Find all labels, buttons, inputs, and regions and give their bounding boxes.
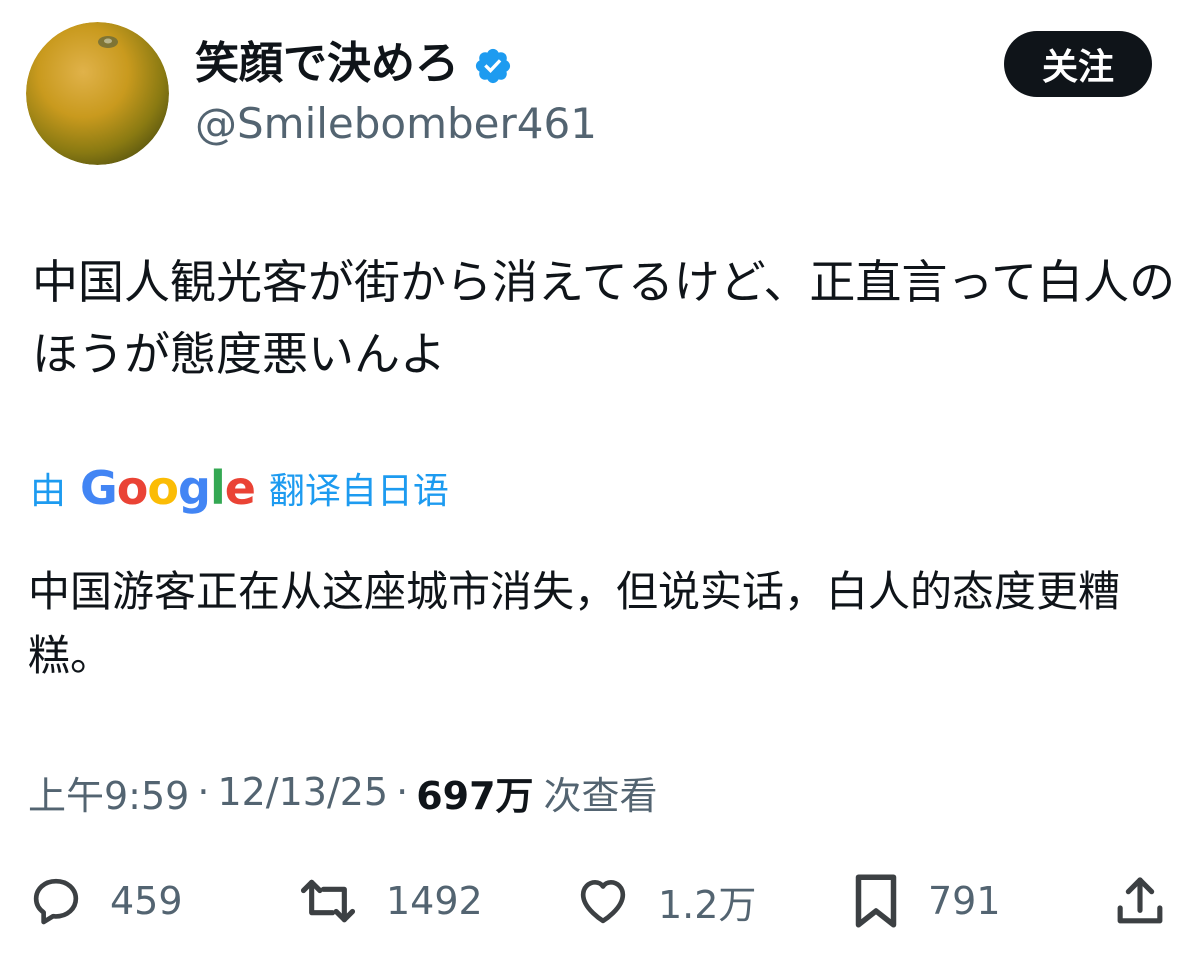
translation-suffix: 翻译自日语 <box>268 471 449 512</box>
like-count: 1.2万 <box>658 882 757 927</box>
verified-badge-icon[interactable] <box>473 44 513 84</box>
bookmark-icon <box>850 871 902 931</box>
bookmark-count: 791 <box>928 879 1001 923</box>
share-button[interactable] <box>1112 866 1168 936</box>
retweet-count: 1492 <box>386 879 483 923</box>
meta-separator: · <box>197 770 210 814</box>
retweet-icon <box>296 873 360 929</box>
reply-count: 459 <box>110 879 183 923</box>
google-logo: Google <box>80 461 256 515</box>
follow-button[interactable]: 关注 <box>1004 31 1152 97</box>
retweet-button[interactable]: 1492 <box>296 866 483 936</box>
author-display-name[interactable]: 笑顔で決めろ <box>195 36 459 92</box>
translation-prefix: 由 <box>30 471 67 512</box>
author-handle[interactable]: @Smilebomber461 <box>195 96 597 152</box>
avatar[interactable] <box>26 22 169 165</box>
reply-button[interactable]: 459 <box>28 866 183 936</box>
heart-icon <box>574 873 632 929</box>
share-icon <box>1112 873 1168 929</box>
views-count[interactable]: 697万 <box>416 765 533 820</box>
author-display-name-row[interactable]: 笑顔で決めろ <box>195 36 513 92</box>
views-label[interactable]: 次查看 <box>544 765 658 820</box>
tweet-text: 中国人観光客が街から消えてるけど、正直言って白人のほうが態度悪いんよ <box>32 255 1176 381</box>
translated-text: 中国游客正在从这座城市消失，但说实话，白人的态度更糟糕。 <box>28 567 1121 680</box>
meta-separator: · <box>396 770 409 814</box>
translation-attribution[interactable]: 由 Google 翻译自日语 <box>30 458 449 518</box>
reply-icon <box>28 873 84 929</box>
orange-avatar-image <box>26 22 169 165</box>
bookmark-button[interactable]: 791 <box>850 866 1001 936</box>
tweet-date[interactable]: 12/13/25 <box>217 770 388 814</box>
tweet-meta: 上午9:59 · 12/13/25 · 697万 次查看 <box>28 762 658 822</box>
action-bar: 459 1492 1.2万 791 <box>0 866 1204 936</box>
like-button[interactable]: 1.2万 <box>574 866 756 936</box>
tweet-time[interactable]: 上午9:59 <box>28 765 189 820</box>
